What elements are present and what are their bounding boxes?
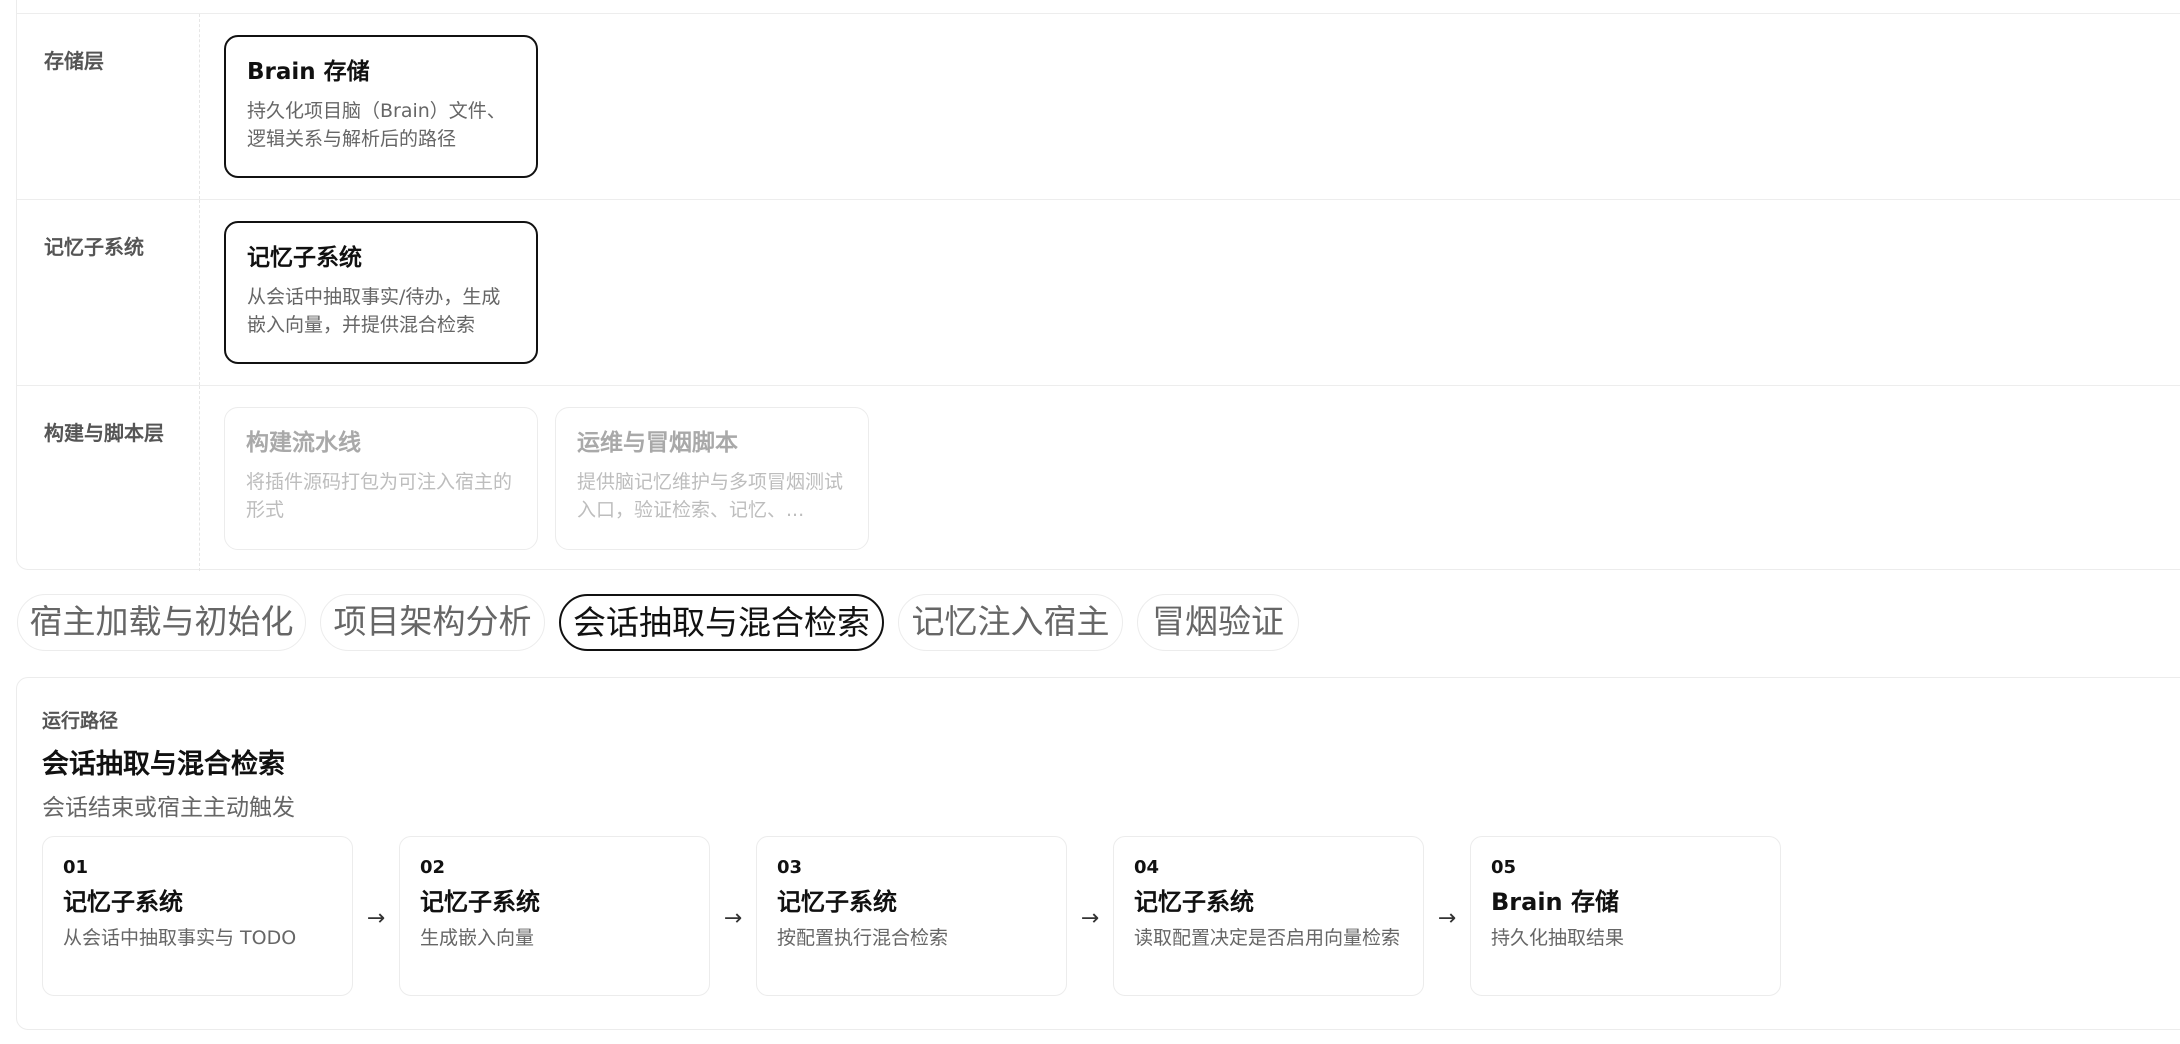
card-title: 运维与冒烟脚本 bbox=[577, 430, 738, 456]
step-description: 生成嵌入向量 bbox=[420, 927, 535, 949]
flow-tab-session-extraction[interactable]: 会话抽取与混合检索 bbox=[559, 594, 884, 651]
step-number: 05 bbox=[1491, 857, 1517, 878]
step-number: 04 bbox=[1134, 857, 1160, 878]
arrow-right-icon: → bbox=[366, 906, 386, 931]
flow-tab-host-loading[interactable]: 宿主加载与初始化 bbox=[17, 594, 306, 651]
step-description: 读取配置决定是否启用向量检索 bbox=[1134, 927, 1401, 949]
component-card-build-pipeline[interactable]: 构建流水线 将插件源码打包为可注入宿主的形式 bbox=[224, 407, 538, 550]
arrow-right-icon: → bbox=[723, 906, 743, 931]
step-title: 记忆子系统 bbox=[777, 888, 897, 916]
card-description: 提供脑记忆维护与多项冒烟测试入口，验证检索、记忆、... bbox=[577, 471, 844, 521]
step-description: 从会话中抽取事实与 TODO bbox=[63, 927, 297, 949]
step-description: 按配置执行混合检索 bbox=[777, 927, 949, 949]
arrow-right-icon: → bbox=[1437, 906, 1457, 931]
card-description: 将插件源码打包为可注入宿主的形式 bbox=[246, 471, 513, 521]
component-card-ops-smoke-scripts[interactable]: 运维与冒烟脚本 提供脑记忆维护与多项冒烟测试入口，验证检索、记忆、... bbox=[555, 407, 869, 550]
card-title: Brain 存储 bbox=[247, 59, 370, 85]
step-number: 01 bbox=[63, 857, 89, 878]
run-path-title: 会话抽取与混合检索 bbox=[42, 749, 285, 780]
card-title: 构建流水线 bbox=[246, 430, 361, 456]
step-card-01[interactable]: 01 记忆子系统 从会话中抽取事实与 TODO bbox=[42, 836, 353, 996]
flow-tab-memory-injection[interactable]: 记忆注入宿主 bbox=[898, 594, 1123, 651]
layer-row-memory bbox=[17, 199, 2180, 200]
step-description: 持久化抽取结果 bbox=[1491, 927, 1625, 949]
step-title: 记忆子系统 bbox=[1134, 888, 1254, 916]
layer-label-build-scripts: 构建与脚本层 bbox=[44, 421, 164, 445]
arrow-right-icon: → bbox=[1080, 906, 1100, 931]
step-title: 记忆子系统 bbox=[63, 888, 183, 916]
flow-tab-architecture-analysis[interactable]: 项目架构分析 bbox=[320, 594, 545, 651]
layer-row-build-scripts bbox=[17, 385, 2180, 386]
card-description: 从会话中抽取事实/待办，生成嵌入向量，并提供混合检索 bbox=[247, 286, 501, 336]
step-card-05[interactable]: 05 Brain 存储 持久化抽取结果 bbox=[1470, 836, 1781, 996]
component-card-brain-storage[interactable]: Brain 存储 持久化项目脑（Brain）文件、逻辑关系与解析后的路径 bbox=[224, 35, 538, 178]
card-title: 记忆子系统 bbox=[247, 245, 362, 271]
layer-label-memory: 记忆子系统 bbox=[44, 235, 144, 259]
card-description: 持久化项目脑（Brain）文件、逻辑关系与解析后的路径 bbox=[247, 100, 506, 150]
run-path-eyebrow: 运行路径 bbox=[42, 710, 119, 732]
step-card-04[interactable]: 04 记忆子系统 读取配置决定是否启用向量检索 bbox=[1113, 836, 1424, 996]
step-number: 02 bbox=[420, 857, 446, 878]
run-path-trigger: 会话结束或宿主主动触发 bbox=[42, 795, 295, 821]
step-card-03[interactable]: 03 记忆子系统 按配置执行混合检索 bbox=[756, 836, 1067, 996]
step-title: 记忆子系统 bbox=[420, 888, 540, 916]
layer-label-storage: 存储层 bbox=[44, 49, 104, 73]
flow-tab-smoke-verification[interactable]: 冒烟验证 bbox=[1137, 594, 1299, 651]
step-title: Brain 存储 bbox=[1491, 888, 1619, 916]
component-card-memory-subsystem[interactable]: 记忆子系统 从会话中抽取事实/待办，生成嵌入向量，并提供混合检索 bbox=[224, 221, 538, 364]
step-number: 03 bbox=[777, 857, 803, 878]
step-card-02[interactable]: 02 记忆子系统 生成嵌入向量 bbox=[399, 836, 710, 996]
layer-row-storage bbox=[17, 13, 2180, 14]
